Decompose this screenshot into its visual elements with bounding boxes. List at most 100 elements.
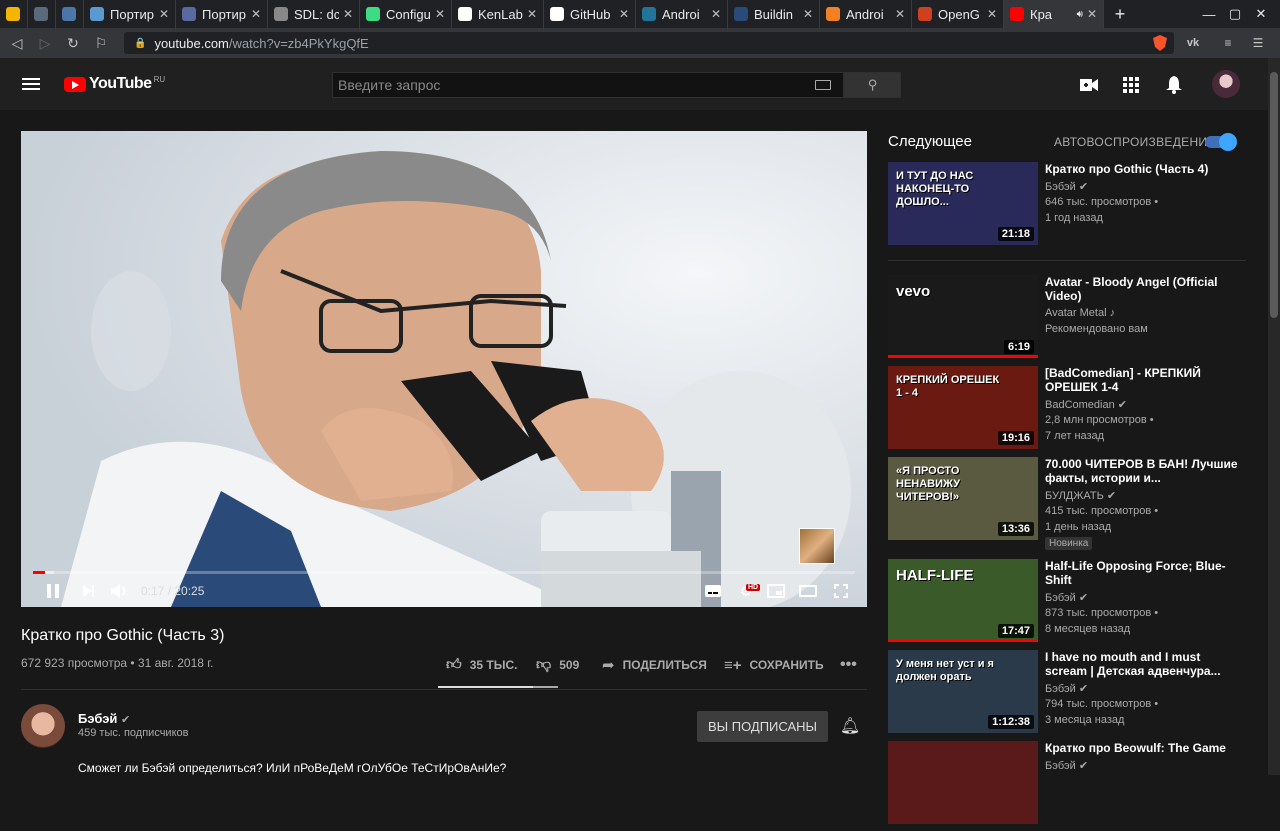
close-window-icon[interactable]: ✕ (1248, 0, 1274, 28)
browser-tab[interactable]: Configu ✕ (360, 0, 452, 28)
recommended-title[interactable]: Кратко про Beowulf: The Game (1045, 741, 1240, 755)
recommended-video[interactable]: И ТУТ ДО НАС НАКОНЕЦ-ТО ДОШЛО... 21:18 Кра… (888, 162, 1248, 252)
recommended-channel[interactable]: Бэбэй ✔ (1045, 682, 1088, 695)
browser-tab[interactable]: Buildin ✕ (728, 0, 820, 28)
search-input[interactable] (338, 77, 808, 93)
browser-tab[interactable]: SDL: dc ✕ (268, 0, 360, 28)
scrollbar-thumb[interactable] (1270, 72, 1278, 318)
close-tab-icon[interactable]: ✕ (895, 7, 905, 21)
channel-watermark[interactable] (799, 528, 835, 564)
browser-tab[interactable]: Портир ✕ (176, 0, 268, 28)
subscribed-button[interactable]: ВЫ ПОДПИСАНЫ (697, 711, 828, 742)
recommended-video[interactable]: vevo 6:19 Avatar - Bloody Angel (Official … (888, 275, 1248, 365)
close-tab-icon[interactable]: ✕ (987, 7, 997, 21)
close-tab-icon[interactable]: ✕ (1087, 7, 1097, 21)
browser-tab[interactable]: Кра 🔊︎ ✕ (1004, 0, 1104, 28)
recommended-video[interactable]: HALF-LIFE 17:47 Half-Life Opposing Force; … (888, 559, 1248, 649)
create-video-icon[interactable] (1078, 76, 1100, 94)
youtube-logo[interactable]: YouTube RU (64, 75, 165, 93)
brave-shield-icon[interactable] (1150, 33, 1170, 53)
channel-name[interactable]: Бэбэй ✔ (78, 711, 130, 726)
channel-avatar[interactable] (21, 704, 65, 748)
recommended-video[interactable]: КРЕПКИЙ ОРЕШЕК 1 - 4 19:16 [BadComedian] -… (888, 366, 1248, 456)
video-thumbnail[interactable] (888, 741, 1038, 824)
recommended-channel[interactable]: Бэбэй ✔ (1045, 759, 1088, 772)
maximize-icon[interactable]: ▢ (1222, 0, 1248, 28)
close-tab-icon[interactable]: ✕ (343, 7, 353, 21)
volume-icon[interactable] (109, 581, 131, 601)
recommended-video[interactable]: Кратко про Beowulf: The Game Бэбэй ✔ (888, 741, 1248, 831)
browser-tab[interactable]: GitHub ✕ (544, 0, 636, 28)
dislike-button[interactable]: 👎︎ 509 (536, 656, 579, 674)
forward-icon[interactable]: ▷ (34, 32, 56, 54)
back-icon[interactable]: ◁ (6, 32, 28, 54)
theater-mode-icon[interactable] (797, 581, 819, 601)
close-tab-icon[interactable]: ✕ (159, 7, 169, 21)
tab-title: Buildin (754, 6, 794, 22)
bookmark-icon[interactable]: ⚐ (90, 32, 112, 54)
new-tab-icon[interactable]: + (1110, 4, 1130, 25)
close-tab-icon[interactable]: ✕ (711, 7, 721, 21)
browser-tab[interactable]: Androi ✕ (820, 0, 912, 28)
video-progress-bar[interactable] (33, 571, 855, 574)
browser-menu-icon[interactable]: ☰ (1248, 33, 1268, 53)
account-avatar[interactable] (1212, 70, 1240, 98)
recommended-title[interactable]: Avatar - Bloody Angel (Official Video) (1045, 275, 1240, 303)
browser-tab[interactable] (0, 0, 28, 28)
recommended-video[interactable]: «Я ПРОСТО НЕНАВИЖУ ЧИТЕРОВ!» 13:36 70.000 … (888, 457, 1248, 550)
recommended-title[interactable]: Кратко про Gothic (Часть 4) (1045, 162, 1240, 176)
subtitles-icon[interactable] (703, 581, 723, 601)
audio-playing-icon[interactable]: 🔊︎ (1077, 9, 1083, 20)
browser-tab[interactable]: KenLab ✕ (452, 0, 544, 28)
page-scrollbar[interactable] (1268, 58, 1280, 775)
reload-icon[interactable]: ↻ (62, 32, 84, 54)
apps-icon[interactable] (1120, 76, 1142, 94)
next-icon[interactable] (79, 581, 99, 601)
close-tab-icon[interactable]: ✕ (527, 7, 537, 21)
vk-extension-icon[interactable]: vk (1182, 33, 1204, 53)
notification-bell-icon[interactable]: 🔔︎ (840, 716, 860, 736)
recommended-channel[interactable]: Бэбэй ✔ (1045, 180, 1088, 193)
browser-tab[interactable]: Портир ✕ (84, 0, 176, 28)
autoplay-toggle[interactable] (1205, 133, 1237, 151)
save-button[interactable]: ≡+ СОХРАНИТЬ (724, 656, 824, 674)
video-thumbnail[interactable]: КРЕПКИЙ ОРЕШЕК 1 - 4 19:16 (888, 366, 1038, 449)
video-thumbnail[interactable]: И ТУТ ДО НАС НАКОНЕЦ-ТО ДОШЛО... 21:18 (888, 162, 1038, 245)
browser-tab[interactable] (28, 0, 56, 28)
recommended-title[interactable]: I have no mouth and I must scream | Детс… (1045, 650, 1240, 678)
recommended-video[interactable]: У меня нет уст и я должен орать 1:12:38 I … (888, 650, 1248, 740)
notifications-icon[interactable] (1163, 76, 1185, 94)
recommended-title[interactable]: 70.000 ЧИТЕРОВ В БАН! Лучшие факты, исто… (1045, 457, 1240, 485)
keyboard-icon[interactable] (815, 80, 831, 90)
close-tab-icon[interactable]: ✕ (619, 7, 629, 21)
browser-tab[interactable]: OpenG ✕ (912, 0, 1004, 28)
recommended-title[interactable]: Half-Life Opposing Force; Blue-Shift (1045, 559, 1240, 587)
close-tab-icon[interactable]: ✕ (803, 7, 813, 21)
like-button[interactable]: 👍︎ 35 ТЫС. (446, 656, 517, 674)
media-control-icon[interactable]: ≡ (1218, 33, 1238, 53)
video-thumbnail[interactable]: HALF-LIFE 17:47 (888, 559, 1038, 642)
close-tab-icon[interactable]: ✕ (435, 7, 445, 21)
close-tab-icon[interactable]: ✕ (251, 7, 261, 21)
minimize-icon[interactable]: — (1196, 0, 1222, 28)
address-bar[interactable]: 🔒 youtube.com/watch?v=zb4PkYkgQfE (124, 32, 1174, 54)
video-player[interactable]: 0:17 / 20:25 ⚙ (21, 131, 867, 607)
more-actions-icon[interactable]: ••• (840, 656, 857, 674)
recommended-title[interactable]: [BadComedian] - КРЕПКИЙ ОРЕШЕК 1-4 (1045, 366, 1240, 394)
youtube-header: YouTube RU ⚲ (0, 58, 1268, 110)
search-button[interactable]: ⚲ (844, 72, 901, 98)
share-button[interactable]: ➦ ПОДЕЛИТЬСЯ (602, 656, 707, 674)
miniplayer-icon[interactable] (766, 581, 786, 601)
recommended-channel[interactable]: БУЛДЖАТЬ ✔ (1045, 489, 1116, 502)
menu-icon[interactable] (22, 78, 40, 90)
browser-tab[interactable]: Androi ✕ (636, 0, 728, 28)
video-thumbnail[interactable]: У меня нет уст и я должен орать 1:12:38 (888, 650, 1038, 733)
recommended-channel[interactable]: Бэбэй ✔ (1045, 591, 1088, 604)
pause-icon[interactable] (43, 581, 63, 601)
fullscreen-icon[interactable] (831, 581, 851, 601)
video-thumbnail[interactable]: «Я ПРОСТО НЕНАВИЖУ ЧИТЕРОВ!» 13:36 (888, 457, 1038, 540)
recommended-channel[interactable]: BadComedian ✔ (1045, 398, 1127, 411)
browser-tab[interactable] (56, 0, 84, 28)
recommended-channel[interactable]: Avatar Metal ♪ (1045, 307, 1115, 319)
video-thumbnail[interactable]: vevo 6:19 (888, 275, 1038, 358)
